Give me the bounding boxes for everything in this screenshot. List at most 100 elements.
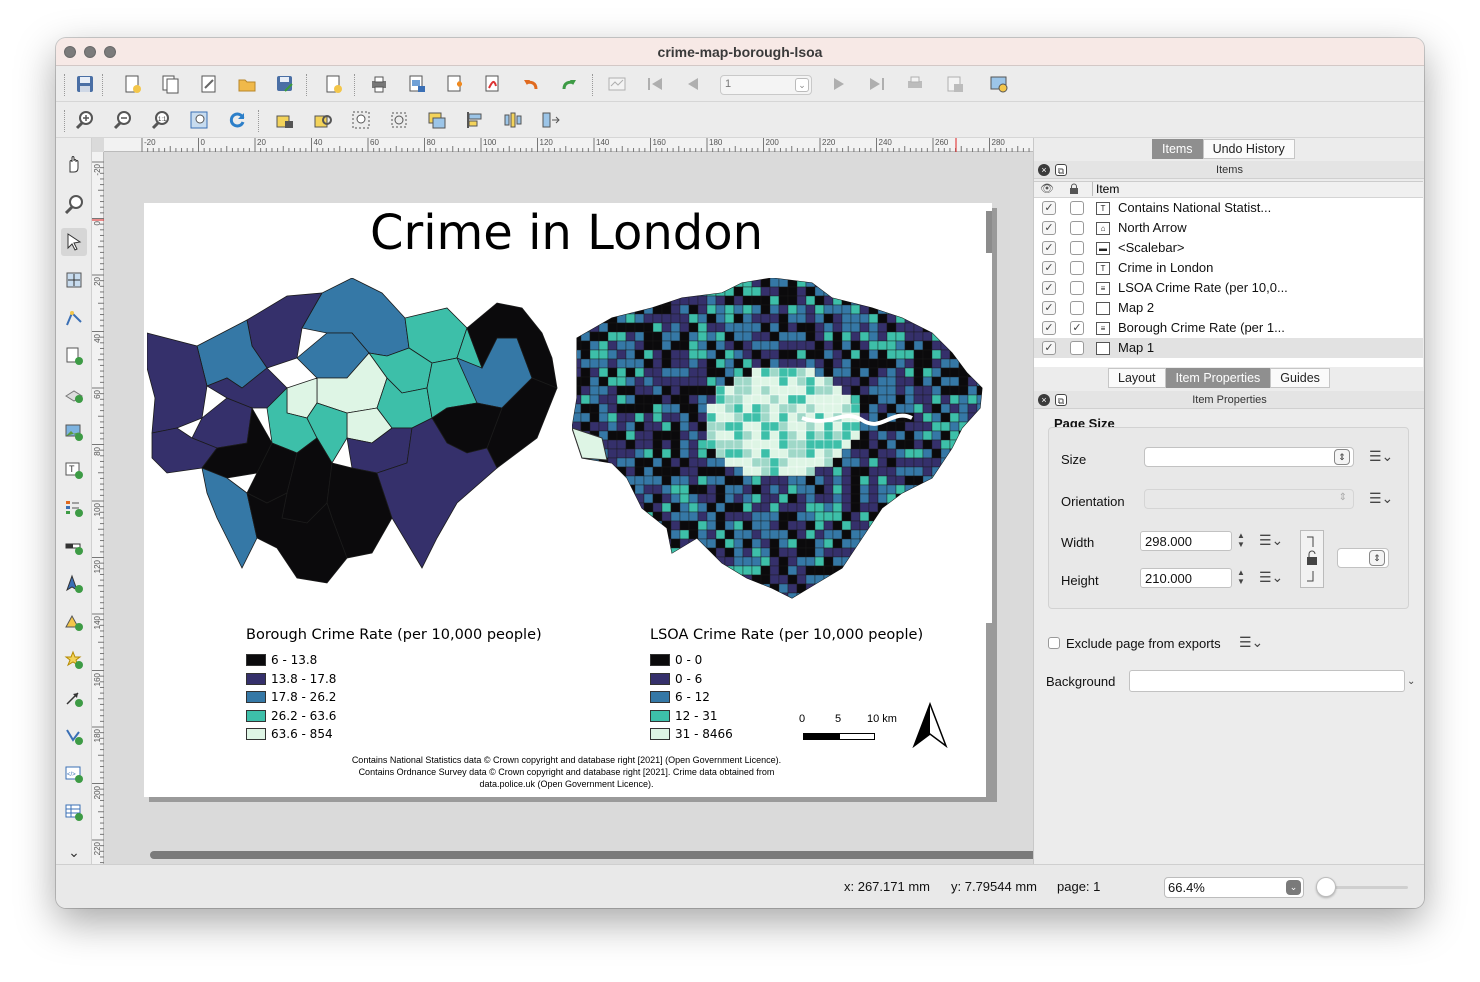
layout-page[interactable]: Crime in London Borough Crime Rate (per … (144, 203, 992, 797)
credits-text[interactable]: Contains National Statistics data © Crow… (324, 754, 809, 790)
tab-items[interactable]: Items (1152, 139, 1203, 159)
zoom-actual-icon[interactable]: 1:1 (148, 107, 174, 133)
item-lock-checkbox[interactable] (1070, 261, 1084, 275)
item-visibility-checkbox[interactable]: ✓ (1042, 201, 1056, 215)
add-north-arrow-icon[interactable] (61, 570, 87, 598)
item-visibility-checkbox[interactable]: ✓ (1042, 261, 1056, 275)
print-icon[interactable] (366, 71, 392, 97)
layout-canvas[interactable]: -20 0 20 40 60 80 100 120 140 160 180 200 220 240 260 2… (92, 138, 1066, 864)
item-lock-checkbox[interactable] (1070, 241, 1084, 255)
export-atlas-icon[interactable] (942, 71, 968, 97)
save-as-template-icon[interactable] (272, 71, 298, 97)
borough-legend[interactable]: Borough Crime Rate (per 10,000 people) 6… (246, 627, 542, 744)
next-feature-icon[interactable] (826, 71, 852, 97)
zoom-to-selection-icon[interactable] (348, 107, 374, 133)
background-dropdown-icon[interactable]: ⌄ (1407, 676, 1415, 687)
add-shape-icon[interactable] (61, 608, 87, 636)
layout-item-row[interactable]: ✓ ✓ ≡ Borough Crime Rate (per 1... (1034, 318, 1423, 338)
duplicate-layout-icon[interactable] (158, 71, 184, 97)
height-stepper[interactable]: ▲ ▼ (1235, 568, 1247, 588)
width-input[interactable]: 298.000 (1140, 531, 1232, 551)
layout-item-row[interactable]: ✓ T Contains National Statist... (1034, 198, 1423, 218)
select-move-icon[interactable] (61, 228, 87, 256)
layout-item-row[interactable]: ✓ T Crime in London (1034, 258, 1423, 278)
previous-feature-icon[interactable] (680, 71, 706, 97)
size-combo[interactable]: ⇕ (1144, 447, 1354, 467)
width-data-defined-icon[interactable]: ☰⌄ (1259, 532, 1283, 550)
zoom-out-icon[interactable] (110, 107, 136, 133)
export-pdf-icon[interactable] (480, 71, 506, 97)
north-arrow-icon[interactable] (912, 702, 948, 748)
tab-undo-history[interactable]: Undo History (1202, 139, 1295, 159)
zoom-combo[interactable]: 66.4% ⌄ (1164, 877, 1304, 898)
zoom-dropdown-icon[interactable]: ⌄ (1286, 880, 1301, 895)
add-label-icon[interactable]: T (61, 456, 87, 484)
height-data-defined-icon[interactable]: ☰⌄ (1259, 569, 1283, 587)
first-feature-icon[interactable] (642, 71, 668, 97)
tab-guides[interactable]: Guides (1270, 368, 1330, 388)
tab-layout[interactable]: Layout (1108, 368, 1166, 388)
new-layout-icon[interactable] (120, 71, 146, 97)
height-input[interactable]: 210.000 (1140, 568, 1232, 588)
background-color-button[interactable] (1129, 670, 1405, 692)
last-feature-icon[interactable] (864, 71, 890, 97)
redo-icon[interactable] (556, 71, 582, 97)
atlas-settings-icon[interactable] (986, 71, 1012, 97)
atlas-preview-icon[interactable] (604, 71, 630, 97)
item-lock-checkbox[interactable]: ✓ (1070, 321, 1084, 335)
align-items-icon[interactable] (462, 107, 488, 133)
map-title[interactable]: Crime in London (144, 205, 989, 261)
save-icon[interactable] (72, 71, 98, 97)
orientation-combo[interactable]: ⇕ (1144, 489, 1354, 509)
units-combo[interactable]: ⇕ (1337, 548, 1389, 568)
undo-icon[interactable] (518, 71, 544, 97)
layout-item-row[interactable]: ✓ ▬ <Scalebar> (1034, 238, 1423, 258)
close-dock-icon[interactable]: × (1038, 164, 1050, 176)
item-visibility-checkbox[interactable]: ✓ (1042, 341, 1056, 355)
item-lock-checkbox[interactable] (1070, 281, 1084, 295)
add-polyline-icon[interactable] (61, 722, 87, 750)
add-arrow-icon[interactable] (61, 684, 87, 712)
item-lock-checkbox[interactable] (1070, 201, 1084, 215)
scalebar[interactable]: 0 5 10 km (796, 711, 897, 747)
layout-item-row[interactable]: ✓ ≡ LSOA Crime Rate (per 10,0... (1034, 278, 1423, 298)
atlas-page-input[interactable]: 1 ⌄ (720, 75, 812, 95)
item-lock-checkbox[interactable] (1070, 341, 1084, 355)
add-scalebar-icon[interactable] (61, 532, 87, 560)
export-image-icon[interactable] (404, 71, 430, 97)
add-marker-icon[interactable] (61, 646, 87, 674)
item-lock-checkbox[interactable] (1070, 221, 1084, 235)
layout-item-row[interactable]: ✓ ⌂ North Arrow (1034, 218, 1423, 238)
resize-items-icon[interactable] (538, 107, 564, 133)
item-visibility-checkbox[interactable]: ✓ (1042, 301, 1056, 315)
print-atlas-icon[interactable] (902, 71, 928, 97)
exclude-data-defined-icon[interactable]: ☰⌄ (1239, 634, 1263, 652)
layout-manager-icon[interactable] (196, 71, 222, 97)
unlock-items-icon[interactable] (310, 107, 336, 133)
refresh-icon[interactable] (224, 107, 250, 133)
export-svg-icon[interactable] (442, 71, 468, 97)
add-attribute-table-icon[interactable] (61, 798, 87, 826)
item-visibility-checkbox[interactable]: ✓ (1042, 281, 1056, 295)
add-picture-icon[interactable] (61, 418, 87, 446)
pan-icon[interactable] (61, 150, 87, 178)
raise-items-icon[interactable] (424, 107, 450, 133)
lsoa-map[interactable] (572, 278, 988, 603)
layout-item-row[interactable]: ✓ Map 1 (1034, 338, 1423, 358)
exclude-page-checkbox[interactable] (1048, 637, 1060, 649)
zoom-tool-icon[interactable] (61, 190, 87, 218)
width-stepper[interactable]: ▲ ▼ (1235, 531, 1247, 551)
edit-nodes-icon[interactable] (61, 304, 87, 332)
tab-item-properties[interactable]: Item Properties (1165, 368, 1271, 388)
more-tools-icon[interactable]: ⌄ (61, 838, 87, 866)
horizontal-scrollbar[interactable] (150, 851, 1066, 859)
lock-items-icon[interactable] (272, 107, 298, 133)
add-page-icon[interactable] (320, 71, 346, 97)
item-visibility-checkbox[interactable]: ✓ (1042, 321, 1056, 335)
item-visibility-checkbox[interactable]: ✓ (1042, 241, 1056, 255)
add-3d-map-icon[interactable] (61, 380, 87, 408)
float-properties-icon[interactable]: ⧉ (1055, 394, 1067, 406)
add-map-icon[interactable] (61, 342, 87, 370)
zoom-full-icon[interactable] (186, 107, 212, 133)
lock-ratio-icon[interactable] (1300, 530, 1324, 588)
